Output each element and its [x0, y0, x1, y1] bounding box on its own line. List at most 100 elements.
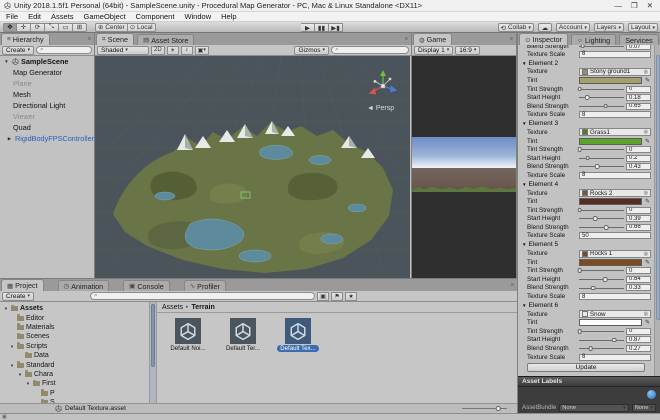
- search-by-type-icon[interactable]: ▣: [317, 292, 329, 301]
- panel-menu-icon[interactable]: ≡: [510, 36, 513, 42]
- breadcrumb-assets[interactable]: Assets: [162, 304, 183, 311]
- inspector-scrollbar[interactable]: [654, 45, 660, 376]
- display-dropdown[interactable]: Display 1▾: [414, 46, 453, 55]
- persp-label[interactable]: ◄ Persp: [367, 105, 394, 112]
- object-picker-icon[interactable]: ◎: [644, 129, 648, 135]
- blend-strength-slider[interactable]: [579, 102, 624, 110]
- tint-strength-slider[interactable]: [579, 327, 624, 335]
- value-field[interactable]: 0.43: [626, 163, 651, 170]
- cloud-button[interactable]: ☁: [538, 23, 552, 32]
- close-button[interactable]: ✕: [647, 1, 653, 10]
- folder-assets[interactable]: ▼ Assets: [0, 304, 149, 313]
- value-field[interactable]: 0.87: [626, 336, 651, 343]
- element-foldout[interactable]: ▼ Element 6: [518, 301, 654, 310]
- tint-color-swatch[interactable]: [579, 138, 642, 145]
- value-field[interactable]: 0.07: [626, 45, 651, 50]
- start-height-slider[interactable]: [579, 94, 624, 102]
- start-height-slider[interactable]: [579, 275, 624, 283]
- folder-editor[interactable]: Editor: [0, 313, 149, 322]
- pause-button[interactable]: ▮▮: [315, 23, 329, 32]
- tint-color-swatch[interactable]: [579, 198, 642, 205]
- hierarchy-item-samplescene[interactable]: ▼ SampleScene: [0, 56, 94, 67]
- scene-audio-toggle[interactable]: ♪: [181, 46, 193, 55]
- texture-scale-field[interactable]: 8: [579, 51, 651, 58]
- fold-open-icon[interactable]: ▼: [9, 344, 15, 349]
- blend-strength-slider[interactable]: [579, 284, 624, 292]
- hierarchy-search-input[interactable]: ⌕: [36, 46, 92, 54]
- tab-animation[interactable]: ◷ Animation: [58, 280, 110, 291]
- texture-object-field[interactable]: Rocks 1 ◎: [579, 250, 651, 258]
- 2d-toggle[interactable]: 2D: [151, 46, 165, 55]
- element-foldout[interactable]: ▼ Element 2: [518, 59, 654, 68]
- asset-default-noise[interactable]: Default Noi...: [165, 318, 211, 352]
- assetbundle-dropdown[interactable]: None ▾: [559, 404, 628, 412]
- maximize-button[interactable]: ❐: [631, 1, 638, 10]
- object-picker-icon[interactable]: ◎: [644, 251, 648, 257]
- tint-strength-slider[interactable]: [579, 146, 624, 154]
- fold-open-icon[interactable]: ▼: [9, 363, 15, 368]
- folder-scripts[interactable]: ▼ Scripts: [0, 342, 149, 351]
- panel-menu-icon[interactable]: ≡: [88, 36, 91, 42]
- texture-scale-field[interactable]: 50: [579, 232, 651, 239]
- menu-gameobject[interactable]: GameObject: [84, 12, 126, 21]
- transform-tool-icon[interactable]: ⊞: [73, 23, 87, 32]
- search-by-label-icon[interactable]: ⚑: [331, 292, 343, 301]
- menu-help[interactable]: Help: [221, 12, 236, 21]
- hierarchy-item-rigidbodyfpscontroller[interactable]: ▶ RigidBodyFPSController: [0, 133, 94, 144]
- folder-prefabs[interactable]: P: [0, 389, 149, 398]
- element-foldout[interactable]: ▼ Element 4: [518, 180, 654, 189]
- menu-window[interactable]: Window: [184, 12, 211, 21]
- texture-object-field[interactable]: Grass1 ◎: [579, 128, 651, 136]
- scene-fx-dropdown[interactable]: ▣▾: [195, 46, 209, 55]
- folder-data[interactable]: Data: [0, 351, 149, 360]
- folder-standard-assets[interactable]: ▼ Standard: [0, 360, 149, 369]
- tint-strength-slider[interactable]: [579, 267, 624, 275]
- scene-lighting-toggle[interactable]: ☀: [167, 46, 179, 55]
- object-picker-icon[interactable]: ◎: [644, 311, 648, 317]
- eyedropper-icon[interactable]: ✎: [644, 198, 651, 205]
- folder-characters[interactable]: ▼ Chara: [0, 370, 149, 379]
- collab-dropdown[interactable]: ⟲ Collab ▾: [498, 23, 534, 32]
- tab-game[interactable]: ◍ Game: [413, 33, 452, 45]
- value-field[interactable]: 0.27: [626, 345, 651, 352]
- folder-firstperson[interactable]: ▼ First: [0, 379, 149, 388]
- hierarchy-item-viewer[interactable]: Viewer: [0, 111, 94, 122]
- label-picker-icon[interactable]: [647, 390, 656, 399]
- tint-strength-slider[interactable]: [579, 206, 624, 214]
- menu-edit[interactable]: Edit: [28, 12, 41, 21]
- panel-menu-icon[interactable]: ≡: [405, 36, 408, 42]
- assetbundle-variant-dropdown[interactable]: None ▾: [632, 404, 656, 412]
- value-field[interactable]: 0.64: [626, 276, 651, 283]
- scale-tool-icon[interactable]: ⤡: [45, 23, 59, 32]
- hierarchy-item-mesh[interactable]: Mesh: [0, 89, 94, 100]
- asset-default-texture[interactable]: Default Tex...: [275, 318, 321, 352]
- texture-scale-field[interactable]: 8: [579, 293, 651, 300]
- tint-color-swatch[interactable]: [579, 259, 642, 266]
- panel-menu-icon[interactable]: ≡: [511, 282, 514, 288]
- value-field[interactable]: 0.66: [626, 224, 651, 231]
- minimize-button[interactable]: —: [614, 1, 622, 10]
- fold-open-icon[interactable]: ▼: [17, 372, 23, 377]
- fold-open-icon[interactable]: ▼: [25, 381, 31, 386]
- game-viewport[interactable]: [412, 56, 516, 278]
- folder-materials[interactable]: Materials: [0, 323, 149, 332]
- tab-scene[interactable]: ⌗ Scene: [96, 33, 134, 45]
- hierarchy-create-dropdown[interactable]: Create▾: [2, 46, 34, 55]
- gizmos-dropdown[interactable]: Gizmos▾: [294, 46, 329, 55]
- start-height-slider[interactable]: [579, 336, 624, 344]
- blend-strength-slider[interactable]: [579, 163, 624, 171]
- fold-closed-icon[interactable]: ▶: [6, 136, 13, 142]
- menu-component[interactable]: Component: [136, 12, 175, 21]
- rotate-tool-icon[interactable]: ⟳: [31, 23, 45, 32]
- layers-dropdown[interactable]: Layers ▾: [594, 23, 624, 32]
- start-height-slider[interactable]: [579, 215, 624, 223]
- value-field[interactable]: 0.39: [626, 215, 651, 222]
- value-field[interactable]: 0.65: [626, 103, 651, 110]
- asset-default-terrain[interactable]: Default Ter...: [220, 318, 266, 352]
- hand-tool-icon[interactable]: ✥: [3, 23, 17, 32]
- project-search-input[interactable]: ⌕: [90, 292, 315, 300]
- blend-strength-slider[interactable]: [579, 345, 624, 353]
- hierarchy-item-plane[interactable]: Plane: [0, 78, 94, 89]
- tint-strength-slider[interactable]: [579, 85, 624, 93]
- tab-services[interactable]: Services: [619, 34, 659, 45]
